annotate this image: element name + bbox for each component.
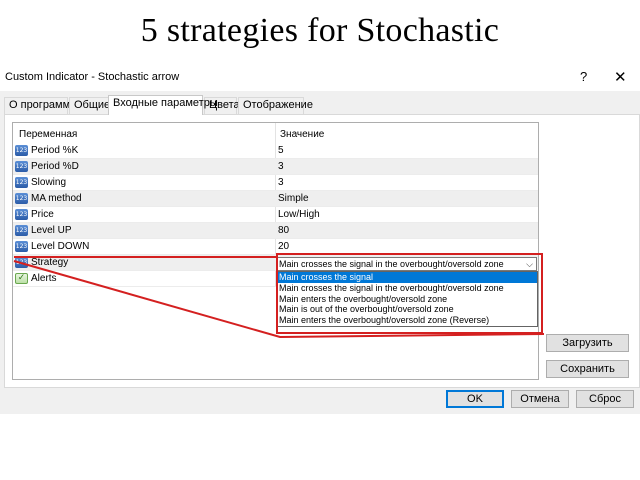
column-value: Значение [280,129,325,140]
tab-inputs[interactable]: Входные параметры [108,95,218,115]
row-value[interactable]: 5 [278,145,284,156]
number-icon: 123 [15,225,28,236]
table-row[interactable]: 123 MA method Simple [13,191,538,207]
row-name: Level UP [31,225,72,236]
number-icon: 123 [15,145,28,156]
tab-common[interactable]: Общие [69,97,110,114]
tab-about[interactable]: О программе [4,97,76,114]
title-banner: 5 strategies for Stochastic [0,0,640,62]
number-icon: 123 [15,209,28,220]
number-icon: 123 [15,193,28,204]
row-name: MA method [31,193,82,204]
annotation-highlight-box [276,253,543,334]
row-name: Price [31,209,54,220]
close-icon[interactable]: ✕ [614,68,627,86]
table-row[interactable]: 123 Period %K 5 [13,143,538,159]
row-value[interactable]: 3 [278,161,284,172]
reset-button[interactable]: Сброс [576,390,634,408]
cancel-button[interactable]: Отмена [511,390,569,408]
banner-title: 5 strategies for Stochastic [140,12,500,49]
row-value[interactable]: Low/High [278,209,320,220]
row-name: Slowing [31,177,67,188]
window-title: Custom Indicator - Stochastic arrow [5,71,180,83]
table-row[interactable]: 123 Period %D 3 [13,159,538,175]
row-value[interactable]: 80 [278,225,289,236]
row-value[interactable]: 3 [278,177,284,188]
row-value[interactable]: Simple [278,193,309,204]
save-button[interactable]: Сохранить [546,360,629,378]
column-variable: Переменная [19,129,78,140]
alert-icon: ✓ [15,273,28,284]
number-icon: 123 [15,177,28,188]
load-button[interactable]: Загрузить [546,334,629,352]
row-name: Period %K [31,145,79,156]
number-icon: 123 [15,161,28,172]
row-value[interactable]: 20 [278,241,289,252]
table-row[interactable]: 123 Slowing 3 [13,175,538,191]
table-row[interactable]: 123 Price Low/High [13,207,538,223]
row-name: Period %D [31,161,79,172]
number-icon: 123 [15,257,28,268]
ok-button[interactable]: OK [446,390,504,408]
parameters-table: Переменная Значение 123 Period %K 5 123 … [12,122,539,380]
number-icon: 123 [15,241,28,252]
tab-visualization[interactable]: Отображение [238,97,313,114]
row-name: Alerts [31,273,57,284]
row-name: Strategy [31,257,69,268]
row-name: Level DOWN [31,241,90,252]
help-icon[interactable]: ? [580,69,587,84]
table-row[interactable]: 123 Level UP 80 [13,223,538,239]
title-bar: Custom Indicator - Stochastic arrow ? ✕ [0,64,640,91]
